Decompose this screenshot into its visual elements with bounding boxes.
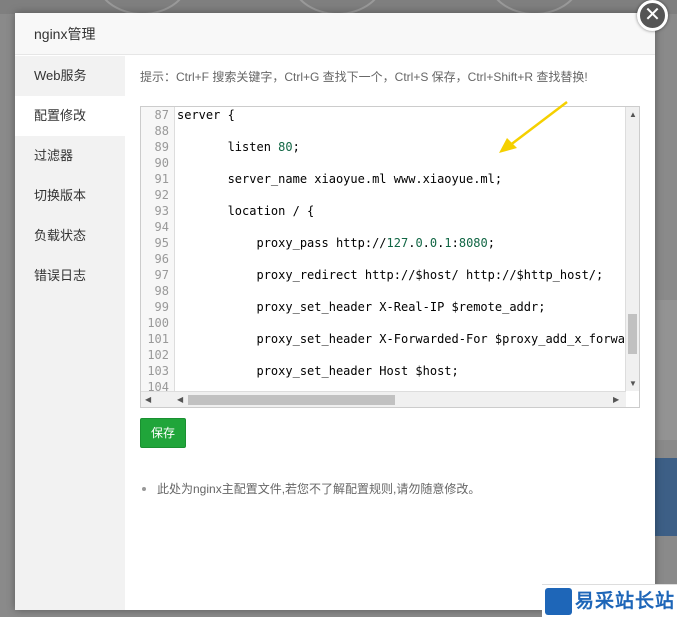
code-line: server_name xiaoyue.ml www.xiaoyue.ml; <box>177 172 503 186</box>
code-line: proxy_set_header X-Real-IP $remote_addr; <box>177 300 546 314</box>
dialog-header: nginx管理 <box>15 13 655 55</box>
scroll-down-icon[interactable]: ▼ <box>629 379 637 389</box>
line-number: 90 <box>154 156 169 170</box>
code-line: proxy_set_header Host $host; <box>177 364 459 378</box>
scroll-right-icon[interactable]: ▶ <box>613 395 619 405</box>
horizontal-scroll-thumb[interactable] <box>188 395 395 405</box>
save-button[interactable]: 保存 <box>140 418 186 448</box>
sidebar-item-error-log[interactable]: 错误日志 <box>15 256 125 296</box>
code-line: proxy_redirect http://$host/ http://$htt… <box>177 268 604 282</box>
line-number: 101 <box>147 332 169 346</box>
scroll-up-icon[interactable]: ▲ <box>629 110 637 120</box>
line-number: 102 <box>147 348 169 362</box>
line-number: 97 <box>154 268 169 282</box>
line-number: 96 <box>154 252 169 266</box>
code-line: proxy_set_header X-Forwarded-For $proxy_… <box>177 332 625 346</box>
sidebar-item-switch-version[interactable]: 切换版本 <box>15 176 125 216</box>
line-number: 94 <box>154 220 169 234</box>
watermark-text: 易采站长站 <box>575 590 676 612</box>
config-edit-panel: 提示：Ctrl+F 搜索关键字，Ctrl+G 查找下一个，Ctrl+S 保存，C… <box>125 56 655 610</box>
close-button[interactable]: ✕ <box>637 0 668 31</box>
line-number-gutter: 87 88 89 90 91 92 93 94 95 96 97 98 99 100 101 102 103 10… <box>141 107 175 394</box>
scroll-left-icon[interactable]: ◀ <box>145 395 151 405</box>
sidebar-item-web-service[interactable]: Web服务 <box>15 56 125 96</box>
site-watermark: 易采站长站 <box>542 584 677 617</box>
line-number: 92 <box>154 188 169 202</box>
scroll-left-icon[interactable]: ◀ <box>177 395 183 405</box>
line-number: 93 <box>154 204 169 218</box>
background-panel <box>655 458 677 536</box>
code-line: proxy_pass http://127.0.0.1:8080; <box>177 236 495 250</box>
note-item: 此处为nginx主配置文件,若您不了解配置规则,请勿随意修改。 <box>140 476 480 502</box>
editor-hint: 提示：Ctrl+F 搜索关键字，Ctrl+G 查找下一个，Ctrl+S 保存，C… <box>140 70 588 84</box>
line-number: 100 <box>147 316 169 330</box>
notes-list: 此处为nginx主配置文件,若您不了解配置规则,请勿随意修改。 <box>140 476 480 502</box>
sidebar-item-load-status[interactable]: 负载状态 <box>15 216 125 256</box>
dialog-title: nginx管理 <box>34 26 96 42</box>
line-number: 89 <box>154 140 169 154</box>
vertical-scroll-thumb[interactable] <box>628 314 637 354</box>
background-panel <box>655 300 677 440</box>
code-line: location / { <box>177 204 315 218</box>
vertical-scrollbar[interactable]: ▲ ▼ <box>625 107 639 391</box>
watermark-logo-icon <box>545 588 572 615</box>
line-number: 87 <box>154 108 169 122</box>
horizontal-scrollbar[interactable]: ◀ ◀ ▶ <box>141 391 626 407</box>
close-icon: ✕ <box>644 4 661 26</box>
line-number: 103 <box>147 364 169 378</box>
line-number: 99 <box>154 300 169 314</box>
line-number: 91 <box>154 172 169 186</box>
line-number: 88 <box>154 124 169 138</box>
sidebar-item-filter[interactable]: 过滤器 <box>15 136 125 176</box>
sidebar: Web服务 配置修改 过滤器 切换版本 负载状态 错误日志 <box>15 56 125 610</box>
line-number: 95 <box>154 236 169 250</box>
line-number: 98 <box>154 284 169 298</box>
annotation-arrow-icon <box>499 101 568 153</box>
sidebar-item-config-edit[interactable]: 配置修改 <box>15 96 125 136</box>
